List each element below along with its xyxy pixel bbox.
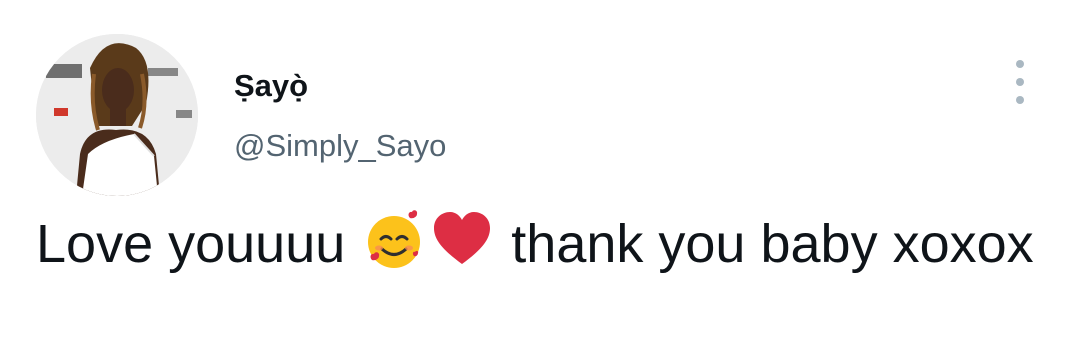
smiling-face-with-hearts-icon bbox=[362, 208, 426, 272]
author-block: Ṣayọ̀ @Simply_Sayo bbox=[234, 66, 446, 166]
tweet-text: Love youuuu thank you baby xoxox bbox=[36, 206, 1046, 282]
vertical-ellipsis-icon[interactable] bbox=[1006, 60, 1034, 104]
display-name[interactable]: Ṣayọ̀ bbox=[234, 66, 446, 106]
dot bbox=[1016, 60, 1024, 68]
tweet-text-part-1: Love youuuu bbox=[36, 214, 346, 274]
avatar[interactable] bbox=[36, 34, 198, 196]
tweet-card: Ṣayọ̀ @Simply_Sayo Love youuuu thank you… bbox=[0, 0, 1080, 360]
dot bbox=[1016, 96, 1024, 104]
tweet-text-part-2: thank you baby xoxox bbox=[511, 214, 1034, 274]
dot bbox=[1016, 78, 1024, 86]
red-heart-icon bbox=[430, 208, 494, 272]
user-handle[interactable]: @Simply_Sayo bbox=[234, 126, 446, 166]
